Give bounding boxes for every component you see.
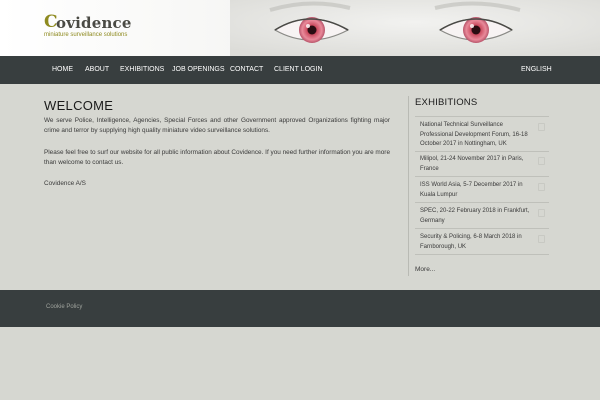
site-header: C ovidence miniature surveillance soluti…	[0, 0, 600, 56]
exhibition-item-label: SPEC, 20-22 February 2018 in Frankfurt, …	[420, 208, 530, 224]
exhibition-item[interactable]: National Technical Surveillance Professi…	[415, 121, 549, 147]
nav-client-login[interactable]: CLIENT LOGIN	[274, 56, 323, 84]
exhibition-item-icon	[538, 123, 545, 131]
sidebar-title: EXHIBITIONS	[415, 97, 478, 108]
logo-tagline: miniature surveillance solutions	[44, 32, 128, 38]
sidebar-divider	[415, 202, 549, 203]
exhibition-item-icon	[538, 235, 545, 243]
page-title: WELCOME	[44, 98, 114, 113]
main-content: WELCOME We serve Police, Intelligence, A…	[0, 84, 600, 290]
nav-exhibitions[interactable]: EXHIBITIONS	[120, 56, 164, 84]
sidebar-divider	[415, 151, 549, 152]
exhibition-item-icon	[538, 183, 545, 191]
exhibition-item-label: Milipol, 21-24 November 2017 in Paris, F…	[420, 156, 524, 172]
sidebar-divider	[415, 176, 549, 177]
exhibition-item-icon	[538, 209, 545, 217]
content-divider	[408, 96, 409, 276]
company-signature: Covidence A/S	[44, 180, 86, 187]
eyes-image	[230, 0, 600, 56]
exhibition-item[interactable]: ISS World Asia, 5-7 December 2017 in Kua…	[415, 181, 549, 207]
sidebar-divider	[415, 116, 549, 117]
contact-paragraph: Please feel free to surf our website for…	[44, 149, 390, 166]
exhibition-item[interactable]: SPEC, 20-22 February 2018 in Frankfurt, …	[415, 207, 549, 233]
exhibition-item-label: National Technical Surveillance Professi…	[420, 122, 528, 147]
nav-contact[interactable]: CONTACT	[230, 56, 263, 84]
nav-home[interactable]: HOME	[52, 56, 73, 84]
exhibition-item[interactable]: Security & Policing, 6-8 March 2018 in F…	[415, 233, 549, 259]
exhibition-item-label: ISS World Asia, 5-7 December 2017 in Kua…	[420, 182, 523, 198]
language-selector[interactable]: ENGLISH	[521, 56, 552, 84]
more-exhibitions-link[interactable]: More...	[415, 266, 435, 273]
nav-about[interactable]: ABOUT	[85, 56, 109, 84]
sidebar-divider	[415, 228, 549, 229]
intro-paragraph: We serve Police, Intelligence, Agencies,…	[44, 117, 390, 134]
exhibition-item-icon	[538, 157, 545, 165]
covidence-logo[interactable]: C ovidence miniature surveillance soluti…	[44, 12, 144, 40]
logo-wordmark: ovidence	[56, 14, 132, 32]
main-navigation: HOME ABOUT EXHIBITIONS JOB OPENINGS CONT…	[0, 56, 600, 84]
sidebar-divider	[415, 254, 549, 255]
exhibition-item[interactable]: Milipol, 21-24 November 2017 in Paris, F…	[415, 155, 549, 181]
site-footer: Cookie Policy	[0, 290, 600, 327]
exhibition-item-label: Security & Policing, 6-8 March 2018 in F…	[420, 234, 522, 250]
cookie-policy-link[interactable]: Cookie Policy	[46, 304, 82, 310]
nav-job-openings[interactable]: JOB OPENINGS	[172, 56, 225, 84]
